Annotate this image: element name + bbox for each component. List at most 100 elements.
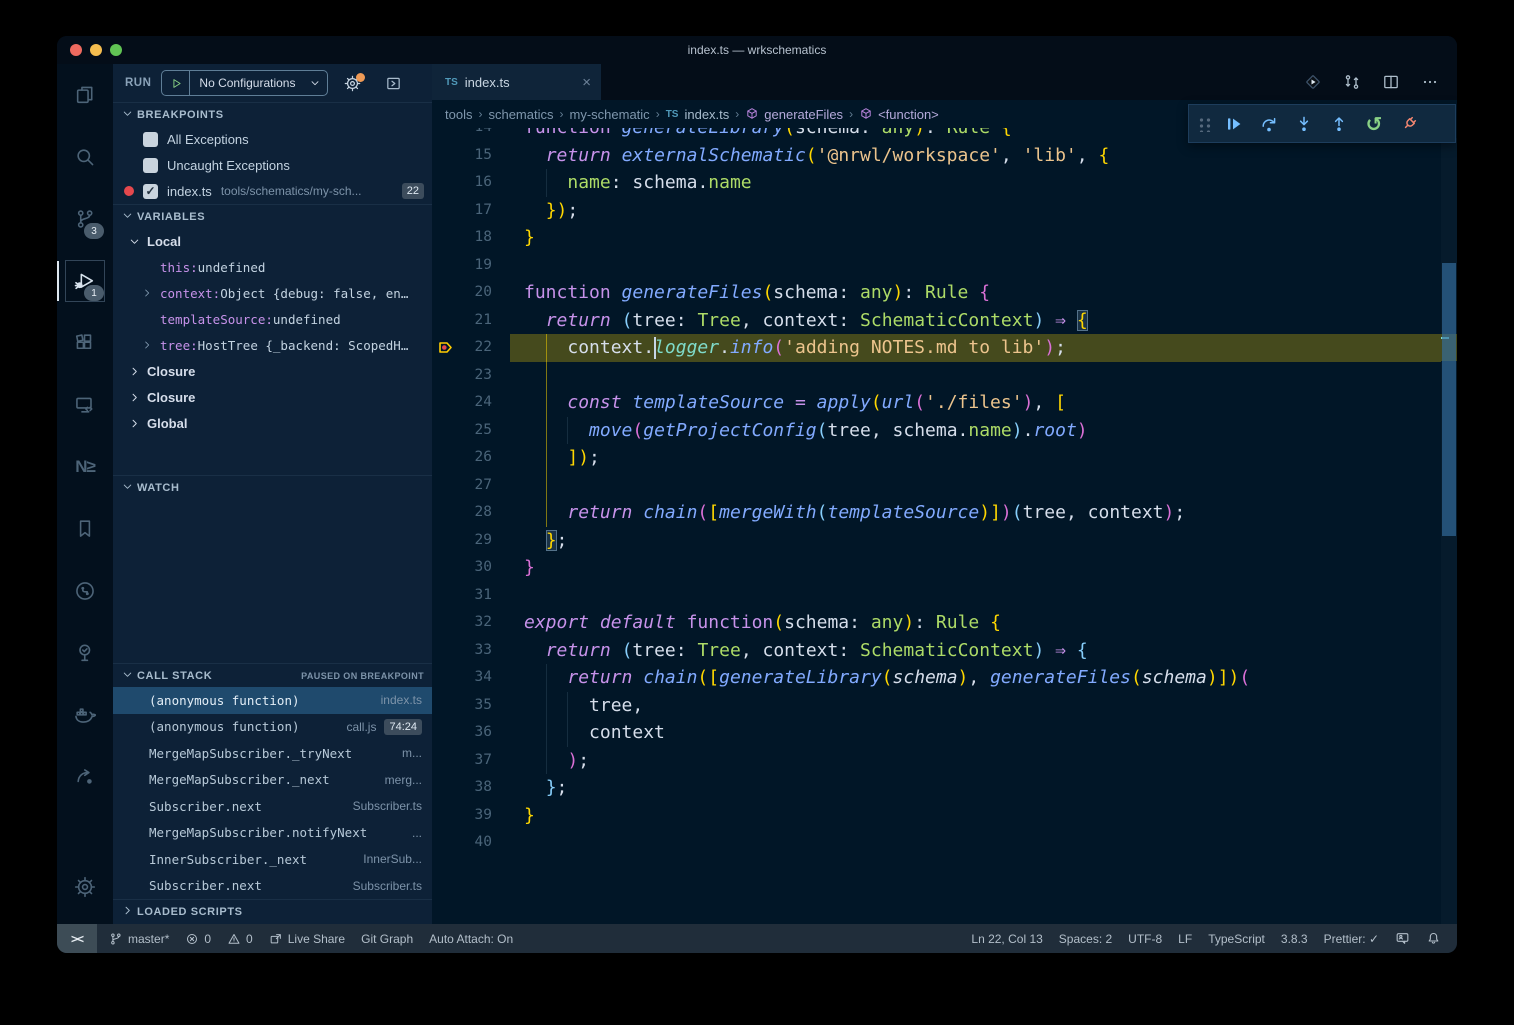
- variables-scope-global[interactable]: Global: [113, 410, 432, 436]
- code-line[interactable]: 34 return chain([generateLibrary(schema)…: [432, 664, 1441, 692]
- activity-item-extensions[interactable]: [57, 312, 113, 374]
- gutter-line-number[interactable]: 38: [432, 774, 492, 802]
- start-debug-icon[interactable]: [162, 77, 189, 90]
- variables-header[interactable]: VARIABLES: [113, 204, 432, 228]
- activity-item-source-control[interactable]: 3: [57, 188, 113, 250]
- gutter-line-number[interactable]: 37: [432, 747, 492, 775]
- call-stack-header[interactable]: CALL STACK PAUSED ON BREAKPOINT: [113, 663, 432, 687]
- call-stack-frame[interactable]: MergeMapSubscriber._nextmerg...: [113, 767, 432, 794]
- status-item-feedback[interactable]: [1387, 924, 1418, 953]
- variable-row[interactable]: this: undefined: [113, 254, 432, 280]
- gutter-line-number[interactable]: 35: [432, 692, 492, 720]
- checkbox[interactable]: [143, 158, 158, 173]
- activity-item-testing[interactable]: [57, 622, 113, 684]
- breadcrumb-item[interactable]: index.ts: [684, 107, 729, 122]
- code-line[interactable]: 36 context: [432, 719, 1441, 747]
- gutter-line-number[interactable]: 29: [432, 527, 492, 555]
- gutter-line-number[interactable]: 28: [432, 499, 492, 527]
- scrollbar-slider[interactable]: [1442, 263, 1456, 536]
- variables-scope-closure[interactable]: Closure: [113, 358, 432, 384]
- code-line[interactable]: 28 return chain([mergeWith(templateSourc…: [432, 499, 1441, 527]
- overview-ruler[interactable]: [1441, 138, 1457, 924]
- code-line[interactable]: 18}: [432, 224, 1441, 252]
- tab-index-ts[interactable]: TS index.ts ×: [432, 64, 601, 100]
- call-stack-frame[interactable]: (anonymous function)call.js74:24: [113, 714, 432, 741]
- code-line[interactable]: 22 context.logger.info('adding NOTES.md …: [432, 334, 1441, 362]
- code-line[interactable]: 15 return externalSchematic('@nrwl/works…: [432, 142, 1441, 170]
- gutter-line-number[interactable]: 26: [432, 444, 492, 472]
- code-line[interactable]: 16 name: schema.name: [432, 169, 1441, 197]
- breakpoints-header[interactable]: BREAKPOINTS: [113, 102, 432, 126]
- step-out-button[interactable]: [1323, 109, 1355, 139]
- disconnect-button[interactable]: [1393, 109, 1425, 139]
- title-bar[interactable]: index.ts — wrkschematics: [57, 36, 1457, 64]
- loaded-scripts-header[interactable]: LOADED SCRIPTS: [113, 899, 432, 924]
- gutter-line-number[interactable]: 34: [432, 664, 492, 692]
- gutter-line-number[interactable]: 17: [432, 197, 492, 225]
- split-editor-button[interactable]: [1382, 73, 1400, 91]
- breadcrumb-item[interactable]: generateFiles: [764, 107, 843, 122]
- status-item-prettier-[interactable]: Prettier: ✓: [1316, 924, 1387, 953]
- gutter-line-number[interactable]: 31: [432, 582, 492, 610]
- call-stack-frame[interactable]: InnerSubscriber._nextInnerSub...: [113, 846, 432, 873]
- step-into-button[interactable]: [1288, 109, 1320, 139]
- activity-item-settings[interactable]: [57, 856, 113, 918]
- status-item-error[interactable]: 0: [177, 924, 219, 953]
- status-item-utf-8[interactable]: UTF-8: [1120, 924, 1170, 953]
- gutter-line-number[interactable]: 19: [432, 252, 492, 280]
- gutter-line-number[interactable]: 40: [432, 829, 492, 857]
- traffic-lights[interactable]: [70, 44, 122, 56]
- breadcrumb-item[interactable]: tools: [445, 107, 472, 122]
- gutter-line-number[interactable]: 21: [432, 307, 492, 335]
- code-line[interactable]: 37 );: [432, 747, 1441, 775]
- code-line[interactable]: 25 move(getProjectConfig(tree, schema.na…: [432, 417, 1441, 445]
- status-item-auto-attach-on[interactable]: Auto Attach: On: [421, 924, 521, 953]
- status-item-branch[interactable]: master*: [101, 924, 177, 953]
- status-item-lf[interactable]: LF: [1170, 924, 1200, 953]
- drag-handle[interactable]: [1197, 116, 1211, 132]
- code-line[interactable]: 29 };: [432, 527, 1441, 555]
- activity-item-nx-console[interactable]: N≥: [57, 436, 113, 498]
- call-stack-frame[interactable]: MergeMapSubscriber._tryNextm...: [113, 740, 432, 767]
- call-stack-frame[interactable]: (anonymous function)index.ts: [113, 687, 432, 714]
- activity-item-run-debug[interactable]: 1: [57, 250, 113, 312]
- checkbox[interactable]: [143, 132, 158, 147]
- status-item-3-8-3[interactable]: 3.8.3: [1273, 924, 1316, 953]
- code-line[interactable]: 17 });: [432, 197, 1441, 225]
- status-item-bell[interactable]: [1418, 924, 1449, 953]
- variable-row[interactable]: context: Object {debug: false, en…: [113, 280, 432, 306]
- open-changes-button[interactable]: [1343, 73, 1361, 91]
- code-line[interactable]: 23: [432, 362, 1441, 390]
- gutter-line-number[interactable]: 16: [432, 169, 492, 197]
- configuration-dropdown[interactable]: No Configurations: [161, 70, 328, 96]
- close-window-button[interactable]: [70, 44, 82, 56]
- run-file-button[interactable]: [1304, 73, 1322, 91]
- restart-button[interactable]: ↺: [1358, 109, 1390, 139]
- code-line[interactable]: 32export default function(schema: any): …: [432, 609, 1441, 637]
- code-line[interactable]: 24 const templateSource = apply(url('./f…: [432, 389, 1441, 417]
- variables-scope-local[interactable]: Local: [113, 228, 432, 254]
- gutter-line-number[interactable]: 24: [432, 389, 492, 417]
- code-line[interactable]: 40: [432, 829, 1441, 857]
- activity-item-remote-explorer[interactable]: [57, 374, 113, 436]
- status-item-ln-22-col-13[interactable]: Ln 22, Col 13: [963, 924, 1050, 953]
- breadcrumb-item[interactable]: <function>: [878, 107, 939, 122]
- open-debug-console-button[interactable]: [385, 75, 402, 92]
- status-item-remote[interactable]: ><: [57, 924, 97, 953]
- checkbox[interactable]: ✓: [143, 184, 158, 199]
- code-line[interactable]: 35 tree,: [432, 692, 1441, 720]
- gutter-line-number[interactable]: 39: [432, 802, 492, 830]
- activity-item-docker[interactable]: [57, 684, 113, 746]
- code-line[interactable]: 38 };: [432, 774, 1441, 802]
- continue-button[interactable]: [1218, 109, 1250, 139]
- configuration-value[interactable]: No Configurations: [190, 76, 301, 90]
- more-actions-button[interactable]: [1421, 73, 1439, 91]
- configure-gear-button[interactable]: [344, 75, 361, 92]
- status-item-share[interactable]: Live Share: [261, 924, 353, 953]
- activity-item-bookmarks[interactable]: [57, 498, 113, 560]
- activity-item-search[interactable]: [57, 126, 113, 188]
- code-line[interactable]: 26 ]);: [432, 444, 1441, 472]
- breakpoint-row[interactable]: ✓index.tstools/schematics/my-sch...22: [113, 178, 432, 204]
- variable-row[interactable]: tree: HostTree {_backend: ScopedH…: [113, 332, 432, 358]
- breakpoint-row[interactable]: All Exceptions: [113, 126, 432, 152]
